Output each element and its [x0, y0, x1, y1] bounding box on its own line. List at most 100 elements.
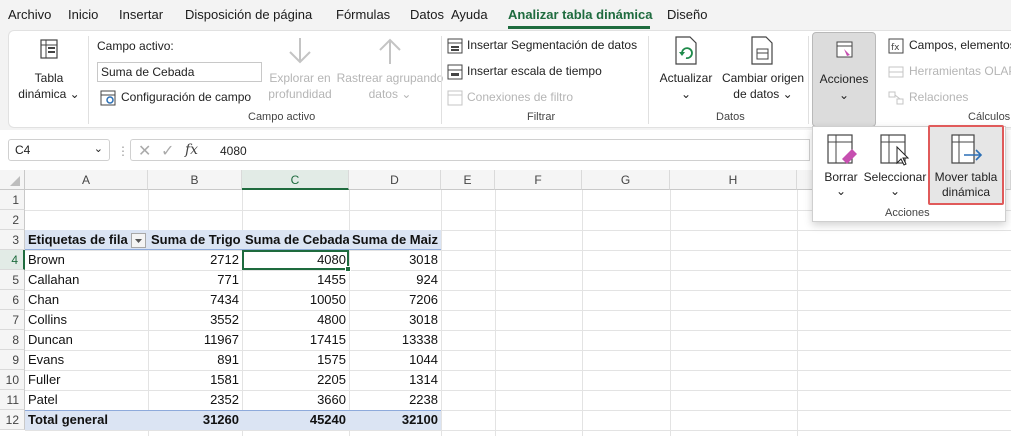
select-all-button[interactable] — [0, 170, 25, 190]
table-cell[interactable]: 7434 — [148, 290, 242, 310]
insertar-escala-button[interactable]: Insertar escala de tiempo — [447, 62, 642, 82]
borrar-button[interactable]: Borrar ⌄ — [819, 131, 863, 203]
fill-handle[interactable] — [345, 266, 351, 272]
table-row-label[interactable]: Patel — [25, 390, 148, 410]
tab-datos[interactable]: Datos — [410, 7, 444, 22]
insert-function-icon[interactable]: fx — [185, 142, 198, 158]
insertar-segmentacion-button[interactable]: Insertar Segmentación de datos — [447, 36, 642, 56]
olap-tools-icon — [888, 66, 904, 78]
pivot-header-cebada[interactable]: Suma de Cebada — [242, 230, 349, 250]
tab-archivo[interactable]: Archivo — [8, 7, 51, 22]
table-cell[interactable]: 1044 — [349, 350, 441, 370]
group-label-datos: Datos — [716, 111, 745, 123]
col-header-g[interactable]: G — [582, 170, 670, 190]
row-header-7[interactable]: 7 — [0, 310, 25, 330]
table-cell[interactable]: 891 — [148, 350, 242, 370]
row-header-2[interactable]: 2 — [0, 210, 25, 230]
table-cell[interactable]: 10050 — [242, 290, 349, 310]
row-header-6[interactable]: 6 — [0, 290, 25, 310]
explorar-profundidad-button[interactable]: Explorar en profundidad — [264, 34, 336, 104]
table-row-label[interactable]: Callahan — [25, 270, 148, 290]
table-cell[interactable]: 1314 — [349, 370, 441, 390]
rastrear-agrupando-button[interactable]: Rastrear agrupando datos ⌄ — [336, 34, 444, 104]
table-cell[interactable]: 7206 — [349, 290, 441, 310]
row-header-11[interactable]: 11 — [0, 390, 25, 410]
table-cell[interactable]: 1575 — [242, 350, 349, 370]
row-header-8[interactable]: 8 — [0, 330, 25, 350]
campo-activo-input[interactable] — [97, 62, 262, 82]
table-cell[interactable]: 771 — [148, 270, 242, 290]
total-cell[interactable]: 31260 — [148, 410, 242, 430]
cambiar-origen-button[interactable]: Cambiar origen de datos ⌄ — [718, 34, 808, 106]
col-header-c[interactable]: C — [242, 170, 349, 190]
pivot-header-trigo[interactable]: Suma de Trigo — [148, 230, 242, 250]
formula-input[interactable]: 4080 — [210, 139, 810, 161]
table-cell[interactable]: 13338 — [349, 330, 441, 350]
total-cell[interactable]: 32100 — [349, 410, 441, 430]
change-source-icon — [751, 36, 773, 65]
col-header-a[interactable]: A — [25, 170, 148, 190]
table-cell[interactable]: 1581 — [148, 370, 242, 390]
row-header-12[interactable]: 12 — [0, 410, 25, 430]
table-cell[interactable]: 11967 — [148, 330, 242, 350]
tab-insertar[interactable]: Insertar — [119, 7, 163, 22]
relaciones-button[interactable]: Relaciones — [888, 88, 1011, 108]
row-header-9[interactable]: 9 — [0, 350, 25, 370]
cambiar-origen-label1: Cambiar origen — [721, 71, 805, 85]
tab-disposicion[interactable]: Disposición de página — [185, 7, 312, 22]
configuracion-campo-button[interactable]: Configuración de campo — [100, 88, 260, 108]
total-cell[interactable]: 45240 — [242, 410, 349, 430]
filter-dropdown-button[interactable] — [131, 233, 146, 248]
row-header-4[interactable]: 4 — [0, 250, 25, 270]
table-row-label[interactable]: Fuller — [25, 370, 148, 390]
table-row-label[interactable]: Duncan — [25, 330, 148, 350]
table-cell[interactable]: 3018 — [349, 250, 441, 270]
table-cell[interactable]: 17415 — [242, 330, 349, 350]
row-header-5[interactable]: 5 — [0, 270, 25, 290]
tab-ayuda[interactable]: Ayuda — [451, 7, 488, 22]
col-header-d[interactable]: D — [349, 170, 441, 190]
table-row-label[interactable]: Brown — [25, 250, 148, 270]
tab-diseno[interactable]: Diseño — [667, 7, 707, 22]
col-header-h[interactable]: H — [670, 170, 797, 190]
table-cell[interactable]: 924 — [349, 270, 441, 290]
table-row-label[interactable]: Chan — [25, 290, 148, 310]
table-cell[interactable]: 3660 — [242, 390, 349, 410]
name-box[interactable]: C4 ⌄ — [8, 139, 110, 161]
table-row-label[interactable]: Evans — [25, 350, 148, 370]
table-cell[interactable]: 2238 — [349, 390, 441, 410]
conexiones-filtro-button[interactable]: Conexiones de filtro — [447, 88, 642, 108]
campos-elementos-button[interactable]: fx Campos, elementos — [888, 36, 1011, 56]
row-header-1[interactable]: 1 — [0, 190, 25, 210]
mover-tabla-button[interactable]: Mover tabla dinámica — [928, 125, 1004, 205]
tab-inicio[interactable]: Inicio — [68, 7, 98, 22]
table-cell[interactable]: 2712 — [148, 250, 242, 270]
tabla-dinamica-button[interactable]: Tabla dinámica ⌄ — [14, 36, 84, 106]
confirm-icon[interactable]: ✓ — [161, 141, 174, 161]
tab-formulas[interactable]: Fórmulas — [336, 7, 390, 22]
tab-analizar[interactable]: Analizar tabla dinámica — [508, 7, 653, 22]
col-header-e[interactable]: E — [441, 170, 495, 190]
pivot-header-rows[interactable]: Etiquetas de fila — [25, 230, 135, 250]
tabla-dinamica-label1: Tabla — [34, 71, 64, 85]
row-header-10[interactable]: 10 — [0, 370, 25, 390]
table-cell[interactable]: 4800 — [242, 310, 349, 330]
row-header-3[interactable]: 3 — [0, 230, 25, 250]
acciones-button[interactable]: Acciones ⌄ — [812, 32, 876, 127]
table-row-label[interactable]: Collins — [25, 310, 148, 330]
cancel-icon[interactable]: ✕ — [138, 141, 151, 161]
table-cell[interactable]: 3018 — [349, 310, 441, 330]
total-row-label[interactable]: Total general — [25, 410, 148, 430]
herramientas-olap-button[interactable]: Herramientas OLAP — [888, 62, 1011, 82]
table-cell[interactable]: 3552 — [148, 310, 242, 330]
table-cell[interactable]: 2205 — [242, 370, 349, 390]
seleccionar-button[interactable]: Seleccionar ⌄ — [863, 131, 927, 203]
explorar-label2: profundidad — [268, 87, 332, 101]
actualizar-button[interactable]: Actualizar ⌄ — [654, 34, 718, 106]
table-cell[interactable]: 1455 — [242, 270, 349, 290]
chevron-down-icon[interactable]: ⌄ — [94, 142, 103, 155]
pivot-header-maiz[interactable]: Suma de Maiz — [349, 230, 441, 250]
col-header-f[interactable]: F — [495, 170, 582, 190]
col-header-b[interactable]: B — [148, 170, 242, 190]
table-cell[interactable]: 2352 — [148, 390, 242, 410]
